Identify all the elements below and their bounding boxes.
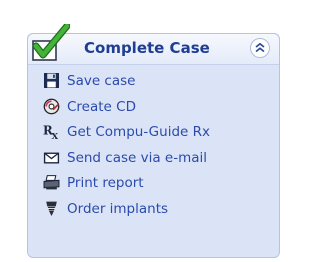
send-case-email-link[interactable]: Send case via e-mail	[67, 150, 207, 166]
print-report-item[interactable]: Print report	[28, 170, 279, 196]
double-chevron-up-icon	[255, 43, 265, 53]
get-compu-guide-rx-link[interactable]: Get Compu-Guide Rx	[67, 124, 210, 140]
cd-disc-icon	[43, 98, 60, 114]
floppy-disk-icon	[44, 73, 59, 88]
order-implants-item[interactable]: Order implants	[28, 196, 279, 222]
complete-case-panel: Complete Case Save case Create CD R X Ge…	[27, 24, 280, 258]
panel-header[interactable]: Complete Case	[28, 24, 279, 65]
save-case-link[interactable]: Save case	[67, 73, 135, 89]
print-report-link[interactable]: Print report	[67, 175, 144, 191]
get-compu-guide-rx-item[interactable]: R X Get Compu-Guide Rx	[28, 119, 279, 145]
create-cd-item[interactable]: Create CD	[28, 94, 279, 120]
create-cd-link[interactable]: Create CD	[67, 99, 136, 115]
checkmark-document-icon	[32, 24, 70, 61]
svg-text:X: X	[52, 132, 59, 140]
save-case-item[interactable]: Save case	[28, 68, 279, 94]
order-implants-link[interactable]: Order implants	[67, 201, 168, 217]
collapse-button[interactable]	[250, 38, 270, 58]
printer-icon	[43, 175, 60, 190]
panel-title: Complete Case	[84, 39, 210, 57]
envelope-icon	[43, 152, 60, 164]
prescription-rx-icon: R X	[43, 124, 59, 140]
task-list: Save case Create CD R X Get Compu-Guide …	[28, 68, 279, 221]
implant-icon	[46, 201, 57, 216]
send-case-email-item[interactable]: Send case via e-mail	[28, 145, 279, 171]
